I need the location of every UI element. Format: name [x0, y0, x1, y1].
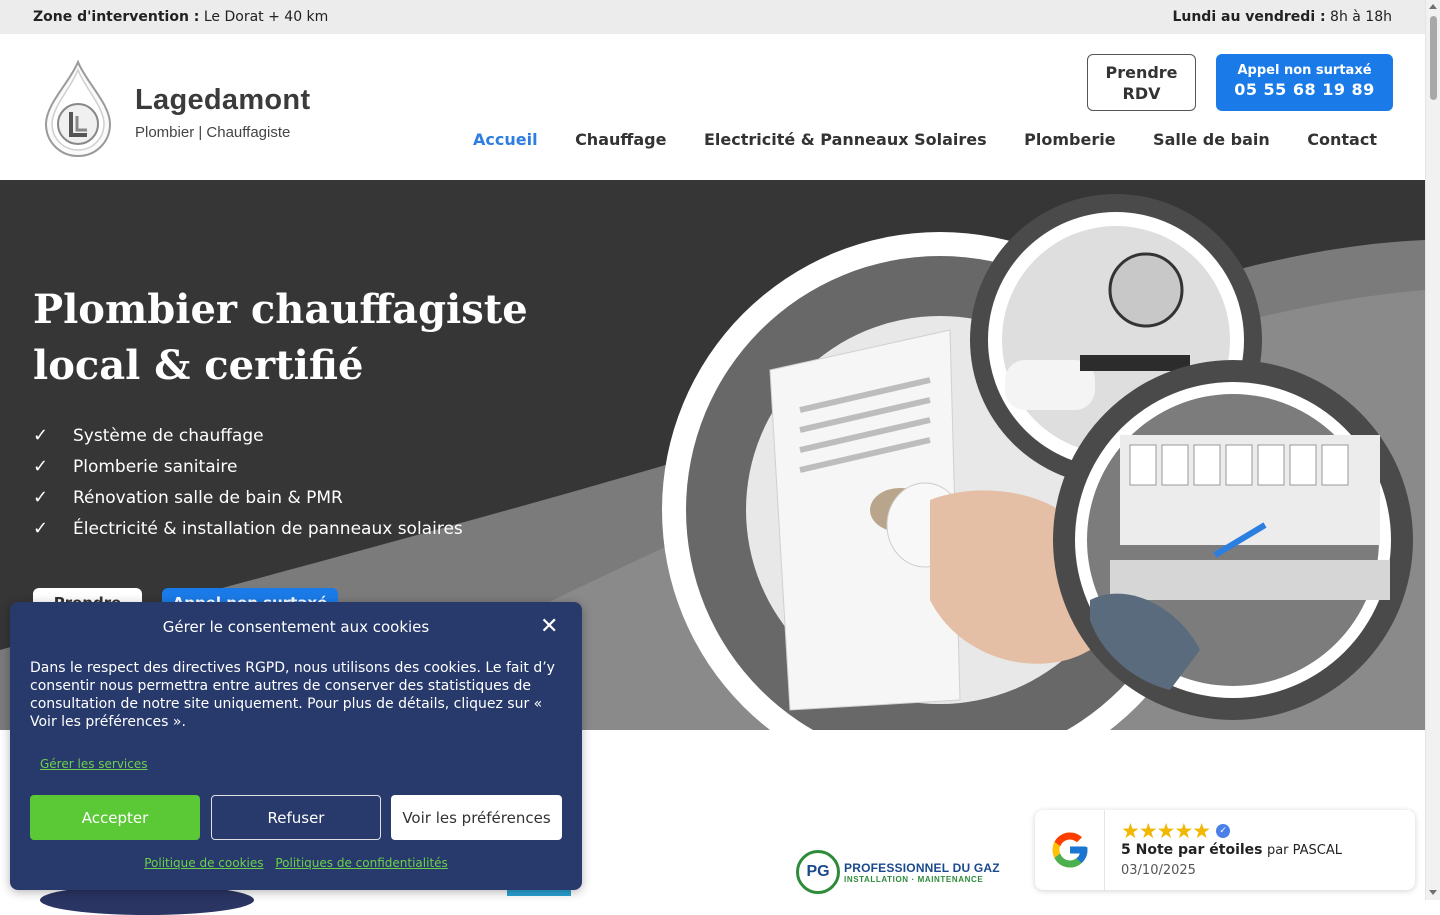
- opening-hours: Lundi au vendredi : 8h à 18h: [1172, 9, 1392, 25]
- review-author: par PASCAL: [1266, 843, 1343, 858]
- check-icon: ✓: [33, 425, 49, 446]
- close-icon[interactable]: ✕: [540, 616, 558, 638]
- service-zone-label: Zone d'intervention :: [33, 9, 200, 25]
- hero-title: Plombier chauffagiste local & certifié: [33, 282, 528, 394]
- nav-item-accueil[interactable]: Accueil: [473, 130, 538, 149]
- cookie-policy-links: Politique de cookies Politiques de confi…: [10, 856, 582, 870]
- call-button-number: 05 55 68 19 89: [1234, 80, 1375, 99]
- check-icon: ✓: [33, 518, 49, 539]
- google-review-widget[interactable]: ★★★★★ ✓ 5 Note par étoiles par PASCAL 03…: [1035, 810, 1415, 890]
- service-label: Système de chauffage: [73, 425, 264, 446]
- site-header: Lagedamont Plombier | Chauffagiste Prend…: [0, 34, 1425, 180]
- privacy-policy-link[interactable]: Politiques de confidentialités: [275, 856, 447, 870]
- cookie-message: Dans le respect des directives RGPD, nou…: [30, 660, 555, 730]
- book-appointment-button[interactable]: Prendre RDV: [1087, 54, 1196, 111]
- nav-item-plomberie[interactable]: Plomberie: [1024, 130, 1115, 149]
- service-zone: Zone d'intervention : Le Dorat + 40 km: [33, 9, 328, 25]
- service-label: Électricité & installation de panneaux s…: [73, 518, 463, 539]
- brand-name[interactable]: Lagedamont: [135, 84, 310, 117]
- check-icon: ✓: [33, 456, 49, 477]
- manage-services-link[interactable]: Gérer les services: [40, 757, 148, 771]
- pg-logo-mark: PG: [796, 850, 840, 894]
- nav-item-chauffage[interactable]: Chauffage: [575, 130, 666, 149]
- scroll-up-arrow-icon[interactable]: [1429, 4, 1437, 9]
- nav-item-contact[interactable]: Contact: [1307, 130, 1377, 149]
- list-item: ✓ Plomberie sanitaire: [33, 451, 463, 482]
- opening-hours-label: Lundi au vendredi :: [1172, 9, 1326, 25]
- pg-logo-text: PROFESSIONNEL DU GAZ INSTALLATION · MAIN…: [844, 861, 1000, 884]
- professionnel-du-gaz-logo: PG PROFESSIONNEL DU GAZ INSTALLATION · M…: [796, 850, 1000, 894]
- scrollbar-thumb[interactable]: [1430, 16, 1437, 100]
- service-label: Plomberie sanitaire: [73, 456, 238, 477]
- view-preferences-button[interactable]: Voir les préférences: [391, 795, 562, 840]
- stars-icon: ★★★★★: [1121, 819, 1211, 843]
- page-scrollbar[interactable]: [1425, 0, 1440, 900]
- review-summary: 5 Note par étoiles par PASCAL: [1121, 842, 1342, 858]
- hero-services-list: ✓ Système de chauffage ✓ Plomberie sanitai…: [33, 420, 463, 544]
- opening-hours-value: 8h à 18h: [1330, 9, 1392, 25]
- hero-title-line2: local & certifié: [33, 342, 364, 389]
- call-button-caption: Appel non surtaxé: [1237, 63, 1372, 78]
- google-icon: [1035, 810, 1105, 890]
- brand-tagline: Plombier | Chauffagiste: [135, 124, 291, 141]
- list-item: ✓ Rénovation salle de bain & PMR: [33, 482, 463, 513]
- hero-title-line1: Plombier chauffagiste: [33, 286, 528, 333]
- call-button[interactable]: Appel non surtaxé 05 55 68 19 89: [1216, 54, 1393, 111]
- main-nav: Accueil Chauffage Electricité & Panneaux…: [473, 130, 1414, 149]
- cookie-policy-link[interactable]: Politique de cookies: [144, 856, 263, 870]
- drop-logo-icon[interactable]: [42, 60, 114, 158]
- verified-badge-icon: ✓: [1216, 824, 1231, 838]
- star-rating: ★★★★★ ✓: [1121, 819, 1231, 843]
- check-icon: ✓: [33, 487, 49, 508]
- review-rating-text: 5 Note par étoiles: [1121, 842, 1263, 858]
- pg-logo-line2: INSTALLATION · MAINTENANCE: [844, 874, 984, 884]
- list-item: ✓ Électricité & installation de panneaux …: [33, 513, 463, 544]
- service-zone-value: Le Dorat + 40 km: [203, 9, 329, 25]
- accept-cookies-button[interactable]: Accepter: [30, 795, 200, 840]
- pg-logo-line1: PROFESSIONNEL DU GAZ: [844, 860, 1000, 875]
- refuse-cookies-button[interactable]: Refuser: [211, 795, 381, 840]
- top-info-bar: Zone d'intervention : Le Dorat + 40 km L…: [0, 0, 1425, 34]
- cookie-dialog-title: Gérer le consentement aux cookies: [162, 618, 430, 636]
- nav-item-electricite[interactable]: Electricité & Panneaux Solaires: [704, 130, 987, 149]
- service-label: Rénovation salle de bain & PMR: [73, 487, 343, 508]
- review-date: 03/10/2025: [1121, 863, 1196, 878]
- scroll-down-arrow-icon[interactable]: [1429, 890, 1437, 895]
- cookie-consent-dialog: Gérer le consentement aux cookies ✕ Dans…: [10, 602, 582, 890]
- list-item: ✓ Système de chauffage: [33, 420, 463, 451]
- nav-item-salle-de-bain[interactable]: Salle de bain: [1153, 130, 1270, 149]
